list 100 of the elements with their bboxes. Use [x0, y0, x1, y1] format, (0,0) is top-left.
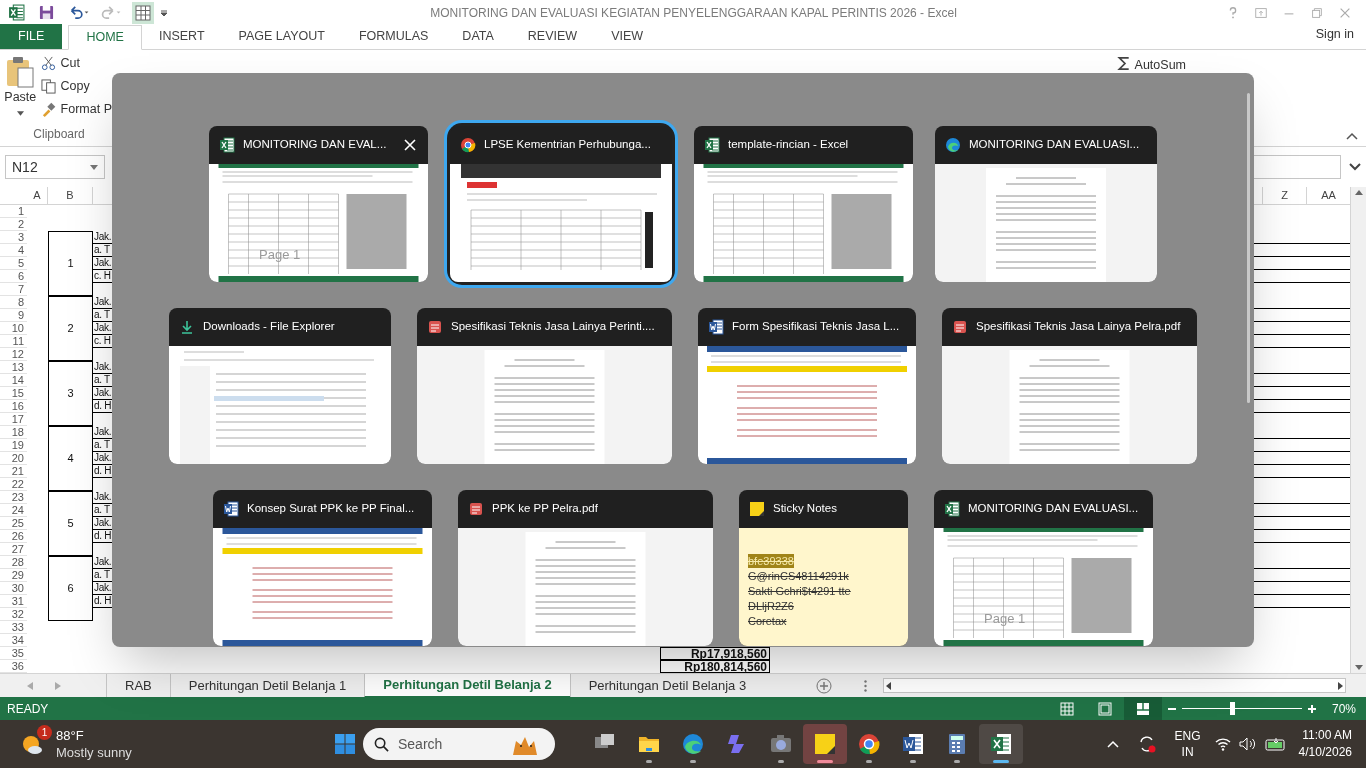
row-header[interactable]: 17: [0, 413, 27, 426]
row-header[interactable]: 22: [0, 478, 27, 491]
window-thumbnail[interactable]: MONITORING DAN EVAL... Page 1: [209, 126, 428, 282]
row-header[interactable]: 24: [0, 504, 27, 517]
window-thumbnail[interactable]: Form Spesifikasi Teknis Jasa L...: [698, 308, 916, 464]
search-field[interactable]: Search: [363, 728, 555, 760]
weather-icon[interactable]: [20, 733, 44, 757]
window-thumbnail[interactable]: Downloads - File Explorer: [169, 308, 391, 464]
page-break-view-button[interactable]: [1123, 697, 1162, 720]
start-icon[interactable]: [334, 733, 356, 755]
sheet-tab[interactable]: Perhitungan Detil Belanja 2: [364, 673, 570, 698]
window-thumbnail[interactable]: MONITORING DAN EVALUASI... Page 1: [934, 490, 1153, 646]
row-header[interactable]: 33: [0, 621, 27, 634]
horizontal-scrollbar[interactable]: [883, 678, 1346, 693]
search-icon: [374, 737, 389, 752]
scroll-up-icon[interactable]: [1354, 189, 1363, 195]
window-thumbnail[interactable]: Spesifikasi Teknis Jasa Lainya Perinti....: [417, 308, 672, 464]
show-hidden-icons-icon[interactable]: [1106, 740, 1119, 748]
row-header[interactable]: 20: [0, 452, 27, 465]
scroll-down-icon[interactable]: [1354, 665, 1363, 671]
add-sheet-icon[interactable]: [816, 677, 833, 694]
more-options-icon[interactable]: [864, 679, 868, 692]
window-thumbnail[interactable]: Spesifikasi Teknis Jasa Lainya Pelra.pdf: [942, 308, 1197, 464]
name-box[interactable]: N12: [5, 155, 105, 179]
row-header[interactable]: 26: [0, 530, 27, 543]
row-header[interactable]: 13: [0, 361, 27, 374]
scrollbar[interactable]: [1247, 93, 1250, 403]
row-header[interactable]: 8: [0, 296, 27, 309]
row-header[interactable]: 1: [0, 205, 27, 218]
clock-time[interactable]: 11:00 AM: [1302, 727, 1352, 744]
ribbon-tab[interactable]: INSERT: [141, 24, 222, 49]
window-thumbnail[interactable]: PPK ke PP Pelra.pdf: [458, 490, 713, 646]
clock-date[interactable]: 4/10/2026: [1298, 744, 1352, 761]
ribbon-tab[interactable]: FORMULAS: [341, 24, 446, 49]
row-header[interactable]: 5: [0, 257, 27, 270]
taskbar-app-button[interactable]: [803, 724, 847, 764]
cut-button[interactable]: Cut: [40, 53, 112, 73]
row-header[interactable]: 6: [0, 270, 27, 283]
row-header[interactable]: 4: [0, 244, 27, 257]
file-tab[interactable]: FILE: [0, 24, 63, 49]
language-indicator[interactable]: ENG: [1174, 728, 1201, 744]
volume-icon[interactable]: [1238, 737, 1257, 751]
zoom-level[interactable]: 70%: [1331, 699, 1356, 718]
ribbon-tab[interactable]: REVIEW: [510, 24, 595, 49]
vertical-scrollbar[interactable]: [1350, 187, 1366, 673]
expand-chevron-icon[interactable]: [1349, 163, 1361, 171]
row-header[interactable]: 34: [0, 634, 27, 647]
autosum-button[interactable]: AutoSum: [1116, 56, 1186, 74]
row-header[interactable]: 14: [0, 374, 27, 387]
window-thumbnail[interactable]: Sticky Notes bfe39338 G@rinCS48114291k Sakti Gchri$t4291 tte DLljR2Z6 Coretax: [739, 490, 908, 646]
taskbar-app-button[interactable]: [979, 724, 1023, 764]
ribbon-tab[interactable]: VIEW: [594, 24, 661, 49]
row-header[interactable]: 30: [0, 582, 27, 595]
row-header[interactable]: 32: [0, 608, 27, 621]
wifi-icon[interactable]: [1214, 737, 1231, 751]
row-header[interactable]: 23: [0, 491, 27, 504]
table-icon[interactable]: [132, 1, 154, 24]
row-header[interactable]: 35: [0, 647, 27, 660]
row-header[interactable]: 3: [0, 231, 27, 244]
ribbon-tab[interactable]: DATA: [445, 24, 511, 49]
slider-thumb[interactable]: [1230, 702, 1236, 715]
save-icon[interactable]: [39, 5, 54, 20]
paste-button[interactable]: Paste: [0, 50, 41, 125]
column-header[interactable]: Z: [1262, 187, 1306, 204]
zoom-in-icon[interactable]: [1307, 704, 1316, 713]
region-indicator[interactable]: IN: [1181, 744, 1194, 760]
battery-charging-icon[interactable]: [1264, 737, 1287, 751]
row-header[interactable]: 31: [0, 595, 27, 608]
format-painter-button[interactable]: Format P: [40, 99, 112, 119]
row-header[interactable]: 11: [0, 335, 27, 348]
collapse-ribbon-icon[interactable]: [1346, 132, 1358, 140]
pdf-file-icon: [427, 319, 443, 335]
close-icon[interactable]: [404, 139, 416, 151]
row-header[interactable]: 19: [0, 439, 27, 452]
window-thumbnail[interactable]: template-rincian - Excel: [694, 126, 913, 282]
ribbon-tab[interactable]: PAGE LAYOUT: [221, 24, 342, 49]
row-header[interactable]: 28: [0, 556, 27, 569]
row-header[interactable]: 25: [0, 517, 27, 530]
customize-dropdown-icon[interactable]: [160, 8, 168, 17]
undo-icon[interactable]: [68, 5, 90, 20]
row-header[interactable]: 10: [0, 322, 27, 335]
row-header[interactable]: 12: [0, 348, 27, 361]
copy-button[interactable]: Copy: [40, 76, 112, 96]
row-header[interactable]: 2: [0, 218, 27, 231]
ribbon-tab[interactable]: HOME: [68, 25, 142, 50]
row-header[interactable]: 27: [0, 543, 27, 556]
row-header[interactable]: 29: [0, 569, 27, 582]
column-header[interactable]: A: [27, 187, 48, 204]
row-header[interactable]: 16: [0, 400, 27, 413]
sign-in-link[interactable]: Sign in: [1315, 25, 1366, 49]
scroll-right-icon[interactable]: [1338, 681, 1343, 690]
row-header[interactable]: 18: [0, 426, 27, 439]
scroll-left-icon[interactable]: [886, 681, 892, 690]
row-header[interactable]: 15: [0, 387, 27, 400]
row-header[interactable]: 9: [0, 309, 27, 322]
row-header[interactable]: 7: [0, 283, 27, 296]
window-thumbnail[interactable]: MONITORING DAN EVALUASI...: [935, 126, 1157, 282]
column-header[interactable]: B: [48, 187, 93, 204]
row-header[interactable]: 21: [0, 465, 27, 478]
window-thumbnail[interactable]: Konsep Surat PPK ke PP Final...: [213, 490, 432, 646]
